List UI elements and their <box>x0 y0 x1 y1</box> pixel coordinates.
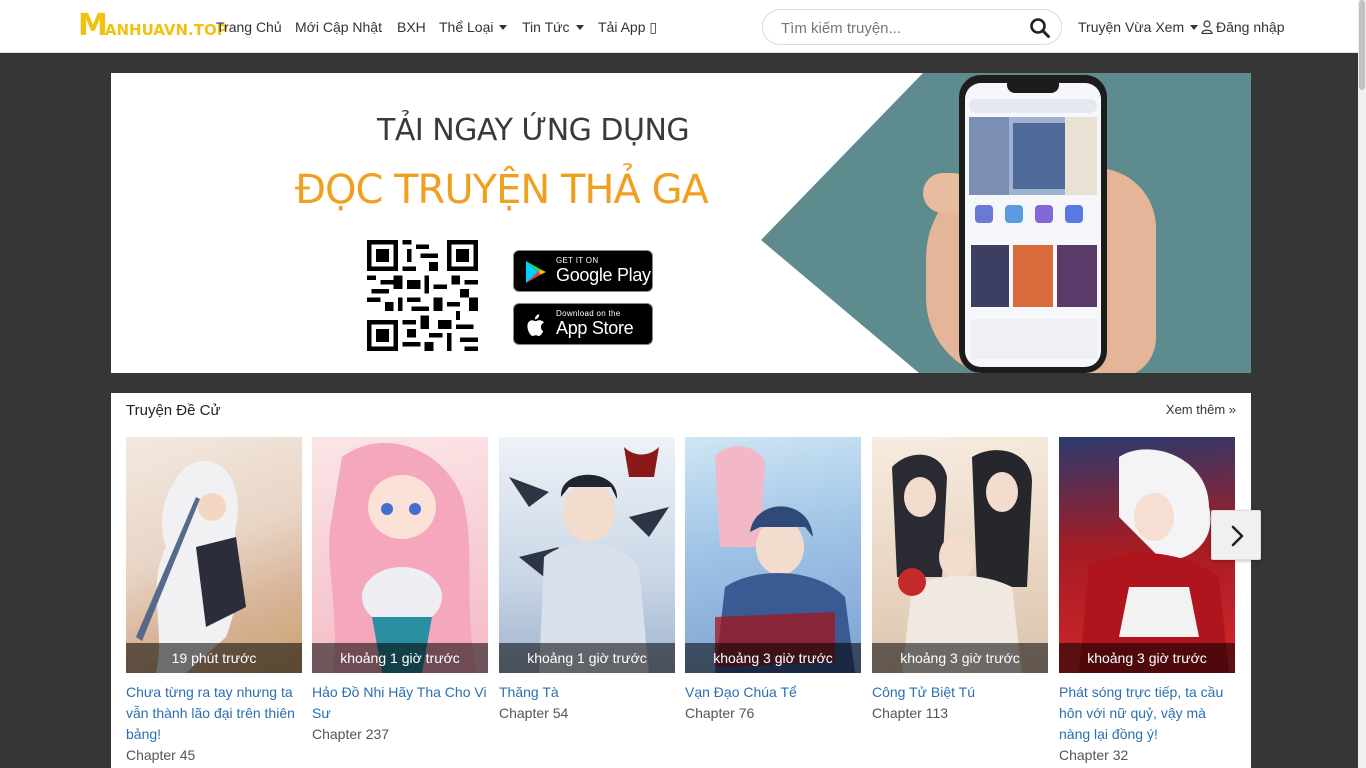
page-scrollbar[interactable] <box>1358 0 1366 768</box>
comic-card[interactable]: khoảng 3 giờ trước Công Tử Biệt Tú Chapt… <box>872 437 1048 724</box>
update-time: khoảng 1 giờ trước <box>499 643 675 673</box>
logo-text: ANHUAVN.TOP <box>104 21 228 39</box>
search-icon[interactable] <box>1029 17 1051 39</box>
site-logo[interactable]: M ANHUAVN.TOP <box>78 8 228 43</box>
comic-cover[interactable]: khoảng 3 giờ trước <box>872 437 1048 673</box>
comic-chapter[interactable]: Chapter 237 <box>312 724 488 745</box>
phone-screen <box>965 83 1101 367</box>
search-input[interactable] <box>781 18 1021 38</box>
comic-title[interactable]: Thăng Tà <box>499 682 675 703</box>
comic-chapter[interactable]: Chapter 76 <box>685 703 861 724</box>
update-time: khoảng 3 giờ trước <box>685 643 861 673</box>
comic-cover[interactable]: khoảng 1 giờ trước <box>499 437 675 673</box>
comic-card[interactable]: khoảng 1 giờ trước Hảo Đồ Nhi Hãy Tha Ch… <box>312 437 488 745</box>
logo-letter: M <box>78 8 108 43</box>
google-play-button[interactable]: GET IT ON Google Play <box>513 250 653 292</box>
qr-code <box>367 240 478 351</box>
app-download-banner[interactable]: TẢI NGAY ỨNG DỤNG ĐỌC TRUYỆN THẢ GA GET … <box>111 73 1251 373</box>
nav-news-label: Tin Tức <box>522 19 570 35</box>
cover-art <box>329 442 477 673</box>
apple-icon <box>527 314 544 336</box>
comic-chapter[interactable]: Chapter 32 <box>1059 745 1235 766</box>
comic-title[interactable]: Hảo Đồ Nhi Hãy Tha Cho Vi Sư <box>312 682 488 724</box>
update-time: khoảng 3 giờ trước <box>1059 643 1235 673</box>
comic-title[interactable]: Chưa từng ra tay nhưng ta vẫn thành lão … <box>126 682 302 745</box>
app-store-button[interactable]: Download on the App Store <box>513 303 653 345</box>
google-play-small-label: GET IT ON <box>556 256 599 265</box>
top-navbar: M ANHUAVN.TOP Trang Chủ Mới Cập Nhật BXH… <box>0 0 1358 53</box>
recent-history-label: Truyện Vừa Xem <box>1078 19 1185 35</box>
chevron-down-icon <box>1190 25 1199 30</box>
nav-download-app[interactable]: Tải App ▯ <box>598 18 657 36</box>
comic-cover[interactable]: 19 phút trước <box>126 437 302 673</box>
nav-home[interactable]: Trang Chủ <box>216 18 282 36</box>
view-more-link[interactable]: Xem thêm » <box>1166 402 1236 417</box>
update-time: 19 phút trước <box>126 643 302 673</box>
cover-art <box>715 446 855 673</box>
cover-art <box>1079 449 1229 673</box>
cover-art <box>509 447 669 673</box>
nav-latest[interactable]: Mới Cập Nhật <box>295 18 382 36</box>
comic-card[interactable]: khoảng 3 giờ trước Phát sóng trực tiếp, … <box>1059 437 1235 766</box>
nav-genres-label: Thể Loại <box>439 19 494 35</box>
login-link[interactable]: Đăng nhập <box>1201 18 1285 36</box>
app-store-label: App Store <box>556 318 634 338</box>
chevron-down-icon <box>499 25 508 30</box>
banner-headline: TẢI NGAY ỨNG DỤNG <box>377 113 690 148</box>
search-box <box>762 9 1062 45</box>
section-title: Truyện Đề Cử <box>126 402 221 419</box>
comic-card[interactable]: khoảng 1 giờ trước Thăng Tà Chapter 54 <box>499 437 675 724</box>
app-store-small-label: Download on the <box>556 309 621 318</box>
recommended-section: Truyện Đề Cử Xem thêm » 19 phút trước Ch… <box>111 393 1251 768</box>
comic-card[interactable]: khoảng 3 giờ trước Vạn Đạo Chúa Tể Chapt… <box>685 437 861 724</box>
nav-news[interactable]: Tin Tức <box>522 18 584 36</box>
comic-chapter[interactable]: Chapter 113 <box>872 703 1048 724</box>
comic-chapter[interactable]: Chapter 45 <box>126 745 302 766</box>
nav-ranking[interactable]: BXH <box>397 18 426 36</box>
banner-subheadline: ĐỌC TRUYỆN THẢ GA <box>295 167 709 213</box>
comic-cover[interactable]: khoảng 1 giờ trước <box>312 437 488 673</box>
update-time: khoảng 1 giờ trước <box>312 643 488 673</box>
nav-genres[interactable]: Thể Loại <box>439 18 508 36</box>
cover-art <box>892 450 1032 673</box>
google-play-label: Google Play <box>556 265 651 285</box>
comic-cover[interactable]: khoảng 3 giờ trước <box>1059 437 1235 673</box>
login-label: Đăng nhập <box>1216 19 1285 35</box>
google-play-icon <box>526 261 546 283</box>
update-time: khoảng 3 giờ trước <box>872 643 1048 673</box>
user-icon <box>1201 20 1213 34</box>
comic-chapter[interactable]: Chapter 54 <box>499 703 675 724</box>
comic-title[interactable]: Vạn Đạo Chúa Tể <box>685 682 861 703</box>
scrollbar-thumb[interactable] <box>1359 0 1365 90</box>
recent-history-menu[interactable]: Truyện Vừa Xem <box>1078 18 1199 36</box>
chevron-right-icon <box>1231 525 1244 547</box>
chevron-down-icon <box>575 25 584 30</box>
app-screenshot <box>969 99 1097 359</box>
cover-art <box>136 460 246 673</box>
comic-card[interactable]: 19 phút trước Chưa từng ra tay nhưng ta … <box>126 437 302 766</box>
comic-cover[interactable]: khoảng 3 giờ trước <box>685 437 861 673</box>
carousel-next-button[interactable] <box>1211 510 1261 560</box>
comic-title[interactable]: Phát sóng trực tiếp, ta cầu hôn với nữ q… <box>1059 682 1235 745</box>
phone-notch <box>1007 83 1059 93</box>
comic-title[interactable]: Công Tử Biệt Tú <box>872 682 1048 703</box>
phone-mockup-image <box>959 75 1107 373</box>
